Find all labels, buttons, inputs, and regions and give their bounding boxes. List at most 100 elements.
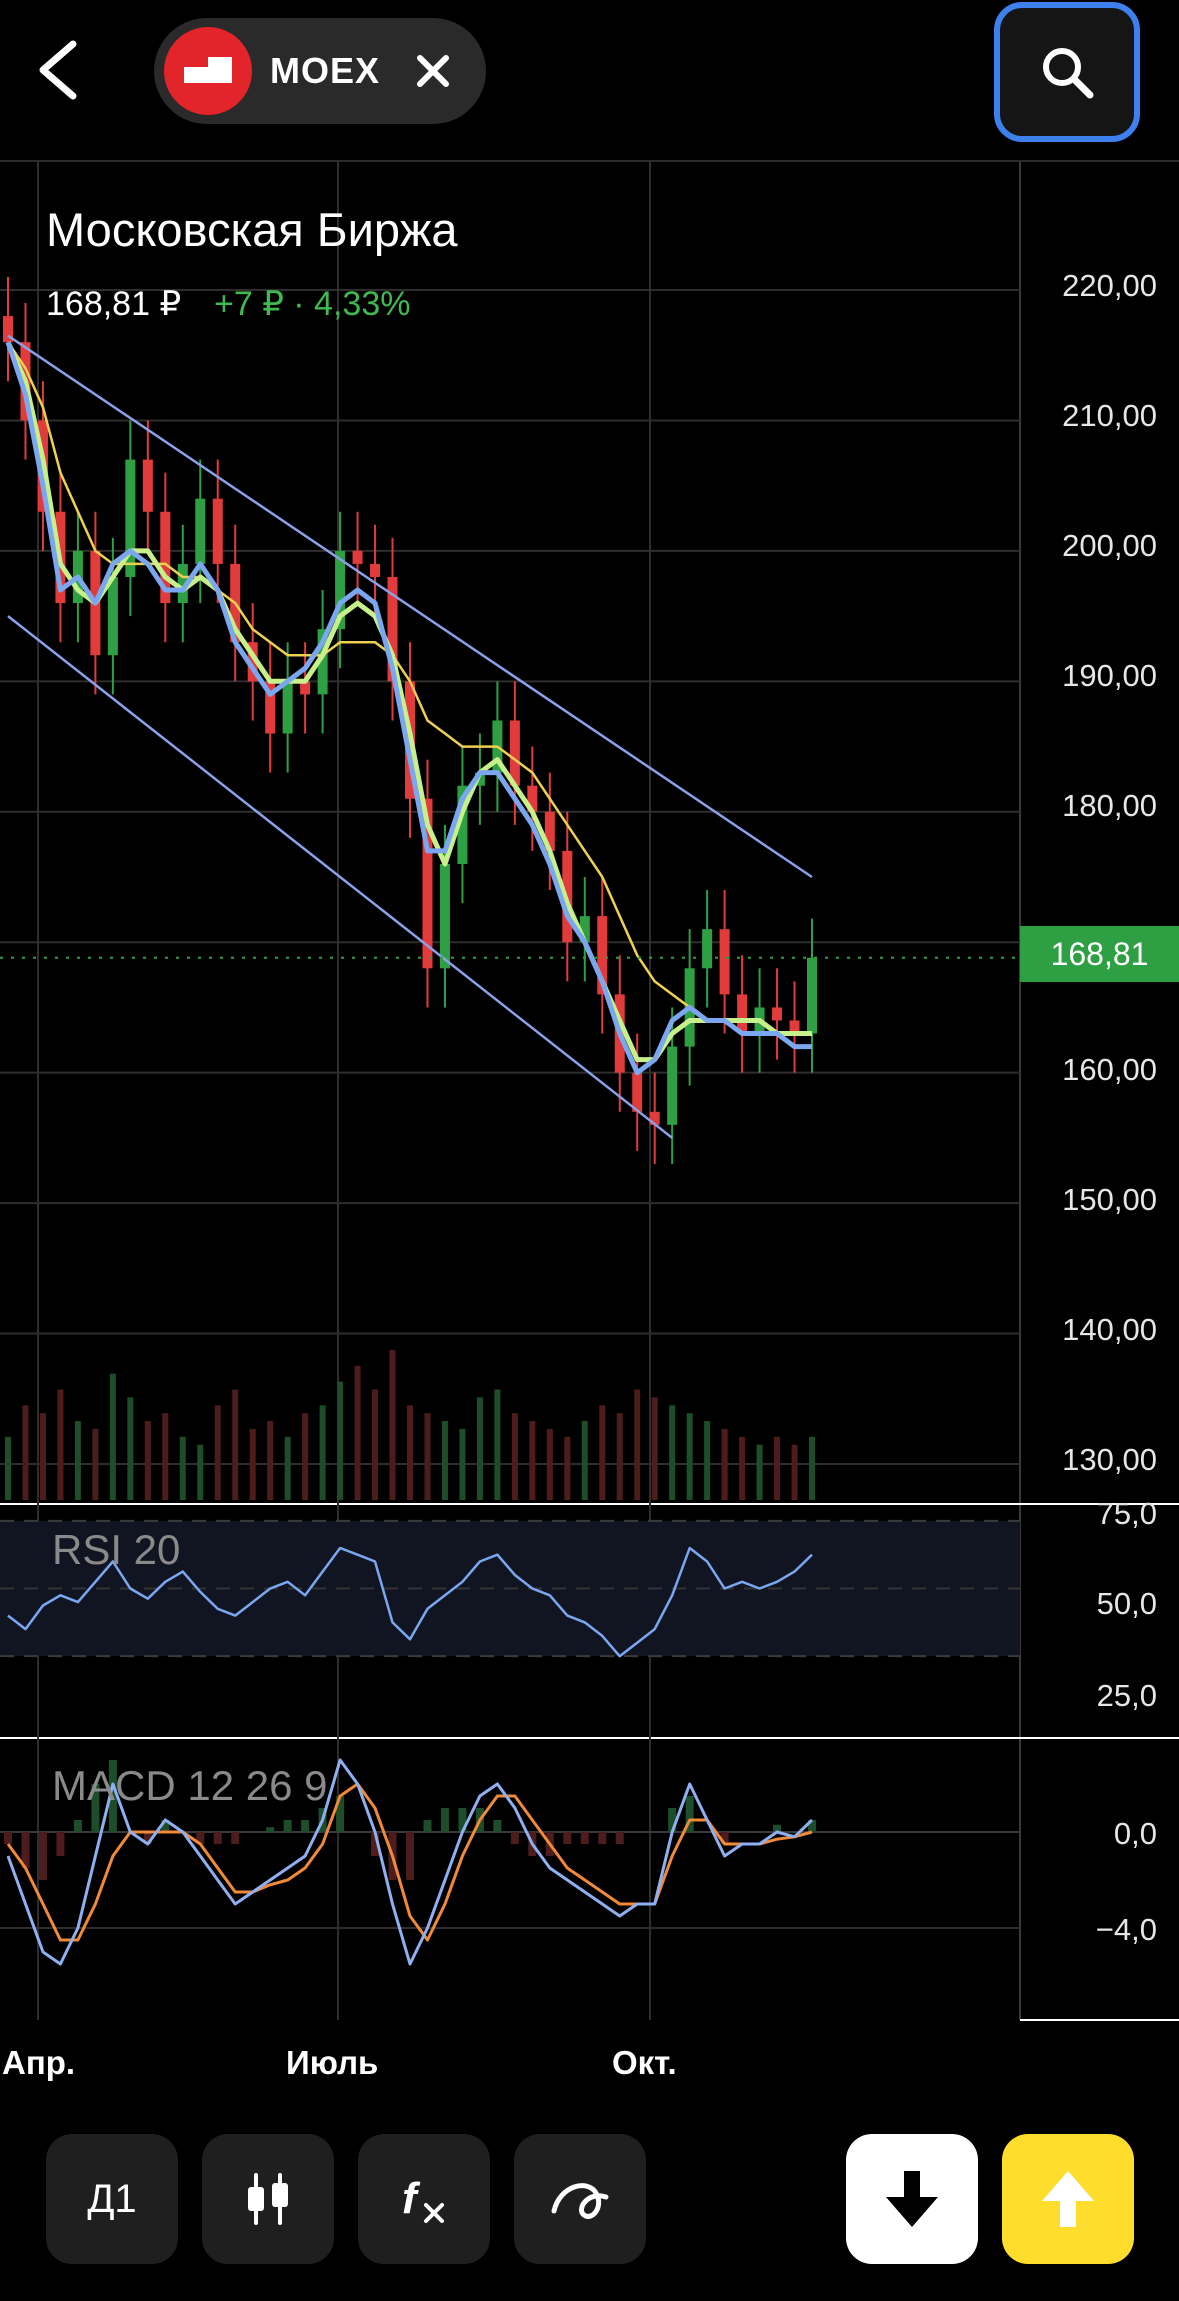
rsi-title: RSI 20 <box>52 1526 181 1573</box>
candle-body <box>807 957 817 1034</box>
macd-histogram-bar <box>615 1832 624 1844</box>
volume-bar <box>179 1436 186 1500</box>
macd-histogram-bar <box>406 1832 414 1880</box>
volume-bar <box>599 1405 606 1500</box>
volume-bar <box>214 1405 221 1500</box>
macd-histogram-bar <box>493 1820 502 1832</box>
back-button[interactable] <box>22 30 92 110</box>
volume-bar <box>476 1397 483 1500</box>
arrow-down-icon <box>886 2171 938 2227</box>
volume-bar <box>459 1428 466 1500</box>
macd-histogram-bar <box>423 1820 432 1832</box>
volume-bar <box>39 1413 46 1500</box>
volume-bar <box>581 1421 588 1500</box>
volume-bar <box>162 1413 169 1500</box>
ticker-label: MOEX <box>270 50 381 91</box>
rsi-axis-label: 25,0 <box>1096 1678 1157 1713</box>
chart-type-button[interactable] <box>202 2134 334 2264</box>
close-icon <box>417 55 450 87</box>
candle-body <box>142 459 153 512</box>
macd-axis-label: −4,0 <box>1095 1912 1157 1947</box>
volume-bar <box>651 1397 658 1500</box>
candle-body <box>352 550 363 564</box>
volume-bar <box>774 1436 781 1500</box>
candlestick-icon <box>248 2173 288 2225</box>
price-axis-label: 200,00 <box>1062 528 1157 563</box>
volume-bar <box>721 1428 728 1500</box>
volume-bar <box>284 1436 291 1500</box>
candle-body <box>509 720 520 786</box>
volume-bar <box>74 1421 81 1500</box>
candle-body <box>195 498 206 564</box>
volume-bar <box>109 1373 116 1500</box>
volume-bar <box>267 1421 274 1500</box>
volume-bar <box>791 1444 798 1500</box>
macd-histogram-bar <box>580 1832 589 1844</box>
volume-bar <box>354 1365 361 1500</box>
drawing-tool-icon <box>551 2183 609 2219</box>
volume-bar <box>756 1444 763 1500</box>
ticker-remove-button[interactable] <box>408 46 458 96</box>
volume-bar <box>564 1436 571 1500</box>
volume-bar <box>546 1428 553 1500</box>
period-button[interactable]: Д1 <box>46 2134 178 2264</box>
macd-histogram-bar <box>510 1832 519 1844</box>
candle-body <box>439 863 450 969</box>
current-price-badge: 168,81 <box>1020 926 1179 982</box>
volume-bar <box>634 1389 641 1500</box>
volume-bar <box>739 1436 746 1500</box>
arrow-up-icon <box>1042 2171 1094 2227</box>
volume-bar <box>809 1436 815 1500</box>
channel-lower-line <box>7 615 673 1139</box>
candle-body <box>737 994 748 1034</box>
volume-bar <box>57 1389 64 1500</box>
search-button[interactable] <box>994 2 1140 142</box>
macd-histogram-bar <box>4 1832 12 1844</box>
price-chart[interactable] <box>0 162 1179 2042</box>
volume-bar <box>686 1413 693 1500</box>
candle-body <box>667 1046 678 1125</box>
candle-body <box>772 1007 783 1021</box>
volume-bar <box>407 1405 413 1500</box>
time-axis-label: Июль <box>286 2044 379 2081</box>
volume-bar <box>337 1381 344 1500</box>
volume-bar <box>249 1428 256 1500</box>
rsi-axis-label: 75,0 <box>1096 1496 1157 1531</box>
macd-histogram-bar <box>38 1832 47 1880</box>
price-change: +7 ₽ · 4,33% <box>214 285 411 323</box>
price-axis-label: 190,00 <box>1062 658 1157 693</box>
buy-button[interactable] <box>1002 2134 1134 2264</box>
volume-bar <box>704 1421 711 1500</box>
volume-bar <box>511 1413 518 1500</box>
time-axis-label: Апр. <box>2 2044 76 2081</box>
price-axis-label: 160,00 <box>1062 1052 1157 1087</box>
time-axis-label: Окт. <box>612 2044 677 2081</box>
period-label: Д1 <box>87 2176 137 2221</box>
volume-bar <box>372 1389 379 1500</box>
drawing-tools-button[interactable] <box>514 2134 646 2264</box>
macd-histogram-bar <box>231 1832 240 1844</box>
macd-histogram-bar <box>73 1820 82 1832</box>
svg-text:f: f <box>402 2174 421 2223</box>
sell-button[interactable] <box>846 2134 978 2264</box>
volume-bar <box>92 1428 99 1500</box>
macd-histogram-bar <box>598 1832 607 1844</box>
macd-histogram-bar <box>563 1832 572 1844</box>
volume-bar <box>302 1413 309 1500</box>
volume-bar <box>441 1421 448 1500</box>
candle-body <box>719 929 730 995</box>
indicators-button[interactable]: f <box>358 2134 490 2264</box>
chevron-left-icon <box>39 40 77 100</box>
moex-logo-icon <box>164 27 252 115</box>
volume-bar <box>529 1421 536 1500</box>
price-axis-label: 130,00 <box>1062 1442 1157 1477</box>
instrument-name: Московская Биржа <box>46 203 458 256</box>
ticker-chip[interactable]: MOEX <box>154 18 486 124</box>
volume-bar <box>424 1413 431 1500</box>
candle-body <box>632 1072 643 1112</box>
macd-title: MACD 12 26 9 <box>52 1762 328 1809</box>
volume-bar <box>22 1405 29 1500</box>
volume-bar <box>616 1413 623 1500</box>
macd-histogram-bar <box>301 1820 310 1832</box>
price-axis-label: 210,00 <box>1062 398 1157 433</box>
